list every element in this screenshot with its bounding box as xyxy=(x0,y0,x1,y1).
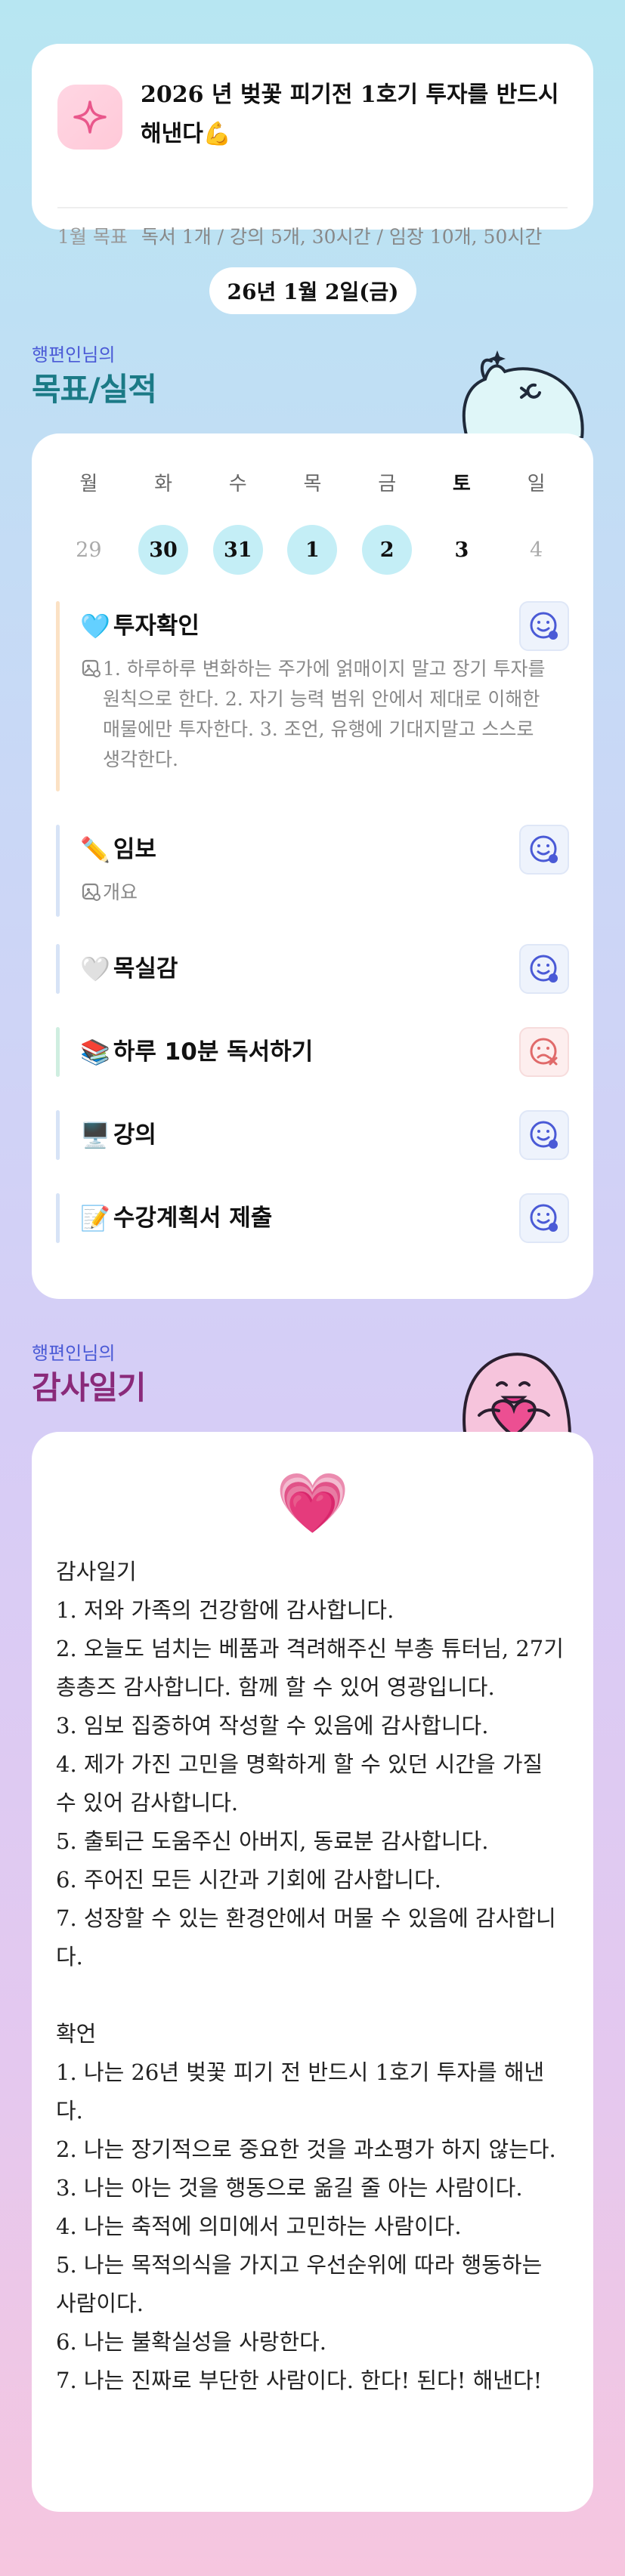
goals-title: 목표/실적 xyxy=(32,371,157,408)
task-emoji: 🤍 xyxy=(80,955,110,983)
task-bar xyxy=(56,1193,60,1243)
task-item[interactable]: 📚 하루 10분 독서하기 xyxy=(56,1027,569,1077)
goal-card: 2026 년 벚꽃 피기전 1호기 투자를 반드시 해낸다💪 1월 목표 독서 1… xyxy=(32,44,593,248)
task-bar xyxy=(56,825,60,917)
monthly-goal-text: 독서 1개 / 강의 5개, 30시간 / 임장 10개, 50시간 xyxy=(141,226,543,248)
tasks-card: 월 화 수 목 금 토 일 29 30 31 1 2 3 4 🩵 투자확인 1. … xyxy=(32,433,593,1299)
task-emoji: 🩵 xyxy=(80,612,110,640)
date-cell[interactable]: 29 xyxy=(62,525,115,575)
weekday-label: 목 xyxy=(303,473,322,495)
task-name: 목실감 xyxy=(113,955,178,983)
task-name: 하루 10분 독서하기 xyxy=(113,1038,314,1066)
note-icon xyxy=(82,883,101,901)
task-bar xyxy=(56,601,60,791)
task-note: 1. 하루하루 변화하는 주가에 얽매이지 말고 장기 투자를 원칙으로 한다.… xyxy=(103,658,546,770)
date-cell[interactable]: 31 xyxy=(212,525,263,575)
task-item[interactable]: 📝 수강계획서 제출 xyxy=(56,1193,569,1243)
date-cell[interactable]: 4 xyxy=(510,525,563,575)
date-label[interactable]: 26년 1월 2일(금) xyxy=(209,267,416,314)
task-emoji: 🖥️ xyxy=(80,1121,110,1149)
gratitude-text: 감사일기 1. 저와 가족의 건강함에 감사합니다. 2. 오늘도 넘치는 베품… xyxy=(56,1559,564,2393)
date-cell-selected[interactable]: 2 xyxy=(362,525,413,575)
goals-owner: 행편인님의 xyxy=(32,344,116,366)
date-cell[interactable]: 1 xyxy=(287,525,338,575)
task-item[interactable]: 🩵 투자확인 1. 하루하루 변화하는 주가에 얽매이지 말고 장기 투자를 원칙… xyxy=(56,601,569,791)
goal-title: 2026 년 벚꽃 피기전 1호기 투자를 반드시 해낸다💪 xyxy=(141,82,559,147)
task-note: 개요 xyxy=(103,881,138,903)
smile-face-icon[interactable] xyxy=(519,1193,569,1243)
monthly-goal: 1월 목표 독서 1개 / 강의 5개, 30시간 / 임장 10개, 50시간 xyxy=(57,222,542,249)
heart-mascot-icon xyxy=(463,1353,572,1438)
task-emoji: 📚 xyxy=(80,1038,110,1066)
task-name: 투자확인 xyxy=(113,612,200,640)
divider xyxy=(57,207,568,208)
task-emoji: 📝 xyxy=(80,1204,110,1232)
gratitude-owner: 행편인님의 xyxy=(32,1343,116,1364)
smile-face-icon[interactable] xyxy=(519,1110,569,1160)
weekday-label: 월 xyxy=(79,473,98,495)
weekday-label: 일 xyxy=(527,473,546,495)
date-cell[interactable]: 3 xyxy=(435,525,488,575)
weekday-label: 화 xyxy=(154,473,172,495)
date-cell[interactable]: 30 xyxy=(138,525,189,575)
task-item[interactable]: 🤍 목실감 xyxy=(56,944,569,994)
sad-face-icon[interactable] xyxy=(519,1027,569,1077)
task-bar xyxy=(56,944,60,994)
mascot-icon xyxy=(462,350,584,438)
monthly-goal-label: 1월 목표 xyxy=(57,226,128,248)
gratitude-title: 감사일기 xyxy=(32,1369,147,1406)
task-item[interactable]: ✏️ 임보 개요 xyxy=(56,825,569,917)
weekday-label: 수 xyxy=(228,473,247,495)
weekday-label: 토 xyxy=(452,473,471,495)
week-calendar: 월 화 수 목 금 토 일 29 30 31 1 2 3 4 xyxy=(32,468,593,575)
task-name: 임보 xyxy=(113,836,156,863)
task-emoji: ✏️ xyxy=(80,835,110,864)
task-name: 수강계획서 제출 xyxy=(113,1205,273,1232)
smile-face-icon[interactable] xyxy=(519,825,569,875)
note-icon xyxy=(82,659,101,677)
heart-icon: 💗 xyxy=(275,1470,350,1538)
sparkle-icon xyxy=(57,85,122,150)
task-bar xyxy=(56,1110,60,1160)
task-bar xyxy=(56,1027,60,1077)
task-name: 강의 xyxy=(113,1121,156,1149)
smile-face-icon[interactable] xyxy=(519,944,569,994)
smile-face-icon[interactable] xyxy=(519,601,569,651)
gratitude-card: 💗 감사일기 1. 저와 가족의 건강함에 감사합니다. 2. 오늘도 넘치는 … xyxy=(32,1432,593,2512)
weekday-label: 금 xyxy=(378,473,397,495)
task-item[interactable]: 🖥️ 강의 xyxy=(56,1110,569,1160)
